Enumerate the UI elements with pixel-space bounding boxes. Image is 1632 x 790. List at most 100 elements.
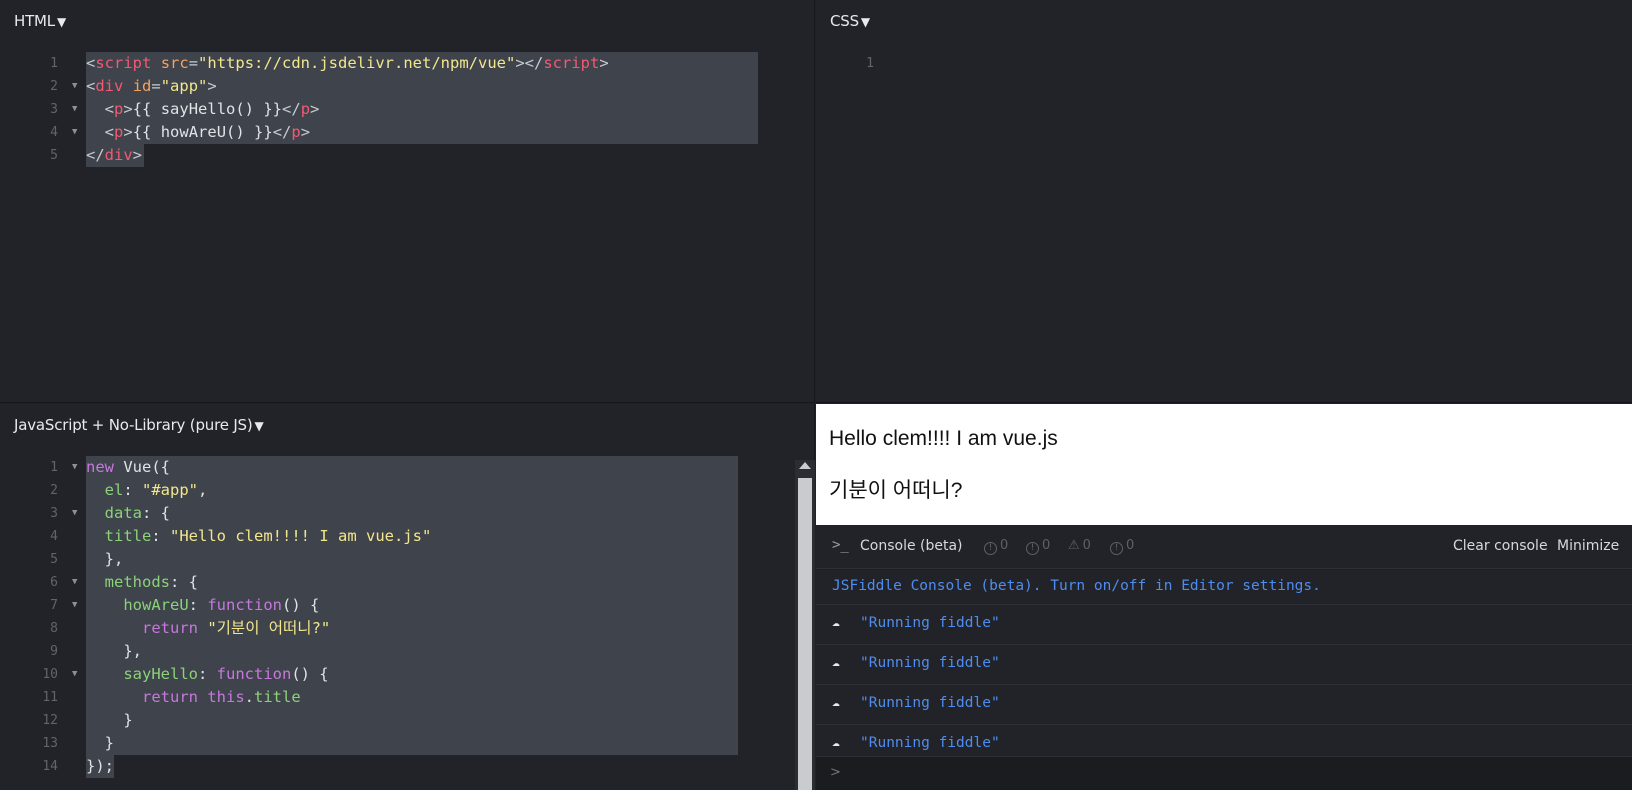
caret-down-icon: ▼ (254, 419, 264, 433)
fold-arrow-icon[interactable]: ▼ (72, 456, 77, 479)
html-pane-title-label: HTML (14, 12, 55, 30)
code-token: el (104, 481, 124, 499)
code-token: }, (86, 550, 124, 568)
code-line[interactable]: 12 } (0, 709, 814, 732)
selection-highlight (86, 502, 738, 525)
code-text: sayHello: function() { (86, 663, 328, 686)
html-pane-title[interactable]: HTML ▼ (14, 12, 66, 30)
code-token: p (114, 123, 124, 141)
code-token: < (86, 77, 96, 95)
line-number: 5 (50, 552, 58, 567)
code-line[interactable]: 14}); (0, 755, 814, 778)
console-input[interactable]: > (816, 757, 1632, 790)
code-line[interactable]: 3 ▼ data: { (0, 502, 814, 525)
code-token: > (599, 54, 609, 72)
clear-console-button[interactable]: Clear console (1453, 538, 1548, 554)
result-hello-text: Hello clem!!!! I am vue.js (829, 427, 1058, 450)
code-line[interactable]: 7 ▼ howAreU: function() { (0, 594, 814, 617)
console-info-count: ! 0 (1026, 538, 1050, 555)
console-message-text: "Running fiddle" (860, 655, 1000, 671)
css-code-editor[interactable]: 1 (816, 52, 1632, 402)
code-line[interactable]: 9 }, (0, 640, 814, 663)
info-circle-icon: ! (1026, 542, 1039, 555)
code-text: } (86, 732, 114, 755)
fold-arrow-icon[interactable]: ▼ (72, 121, 77, 144)
html-code-editor[interactable]: 1 <script src="https://cdn.jsdelivr.net/n… (0, 52, 814, 402)
fold-arrow-icon[interactable]: ▼ (72, 594, 77, 617)
code-token: : (123, 481, 143, 499)
code-text: } (86, 709, 133, 732)
code-line[interactable]: 1 (816, 52, 1632, 75)
code-token: function (207, 596, 282, 614)
selection-highlight (86, 548, 738, 571)
code-token: "app" (160, 77, 208, 95)
code-token: {{ howAreU() }} (132, 123, 273, 141)
minimize-console-button[interactable]: Minimize (1557, 538, 1619, 554)
code-token: </ (282, 100, 301, 118)
js-code-editor[interactable]: 1 ▼ new Vue({2 el: "#app", 3 ▼ data: {4 titl… (0, 456, 814, 790)
fold-arrow-icon[interactable]: ▼ (72, 98, 77, 121)
code-line[interactable]: 4 title: "Hello clem!!!! I am vue.js" (0, 525, 814, 548)
code-line[interactable]: 8 return "기분이 어떠니?" (0, 617, 814, 640)
console-error-count: ! 0 (1110, 538, 1134, 555)
info-circle-icon: ! (984, 542, 997, 555)
fold-arrow-icon[interactable]: ▼ (72, 75, 77, 98)
line-number: 2 (50, 483, 58, 498)
fold-arrow-icon[interactable]: ▼ (72, 571, 77, 594)
code-token: > (300, 123, 311, 141)
code-text: return "기분이 어떠니?" (86, 617, 330, 640)
fold-arrow-icon[interactable]: ▼ (72, 502, 77, 525)
code-line[interactable]: 4 ▼ <p>{{ howAreU() }}</p> (0, 121, 814, 144)
line-number: 11 (42, 690, 58, 705)
code-text: </div> (86, 144, 142, 167)
js-editor-scrollbar[interactable] (795, 460, 815, 790)
code-line[interactable]: 10 ▼ sayHello: function() { (0, 663, 814, 686)
css-pane-title[interactable]: CSS ▼ (830, 12, 870, 30)
code-line[interactable]: 6 ▼ methods: { (0, 571, 814, 594)
code-token: script (95, 54, 152, 72)
code-token: : (188, 596, 208, 614)
scroll-up-arrow-icon[interactable] (799, 462, 811, 469)
code-token: : (151, 527, 171, 545)
code-token: , (198, 481, 208, 499)
code-token: } (86, 711, 133, 729)
code-token: {{ sayHello() }} (132, 100, 283, 118)
line-number: 4 (50, 125, 58, 140)
js-pane-title[interactable]: JavaScript + No-Library (pure JS) ▼ (14, 416, 264, 434)
console-message-text: "Running fiddle" (860, 735, 1000, 751)
code-line[interactable]: 13 } (0, 732, 814, 755)
code-token: = (188, 54, 199, 72)
line-number: 3 (50, 102, 58, 117)
fold-arrow-icon[interactable]: ▼ (72, 663, 77, 686)
code-text: howAreU: function() { (86, 594, 319, 617)
code-token: this (207, 688, 245, 706)
code-text: data: { (86, 502, 170, 525)
line-number: 1 (50, 460, 58, 475)
code-token: "기분이 어떠니?" (207, 619, 331, 637)
caret-down-icon: ▼ (860, 15, 870, 29)
code-line[interactable]: 5 }, (0, 548, 814, 571)
code-text: }); (86, 755, 114, 778)
selection-highlight (86, 732, 738, 755)
code-line[interactable]: 5 </div> (0, 144, 814, 167)
css-editor-pane: CSS ▼ 1 (816, 0, 1632, 403)
console-message-row: ☁ "Running fiddle" (816, 685, 1632, 725)
cloud-icon: ☁ (832, 655, 840, 670)
line-number: 12 (42, 713, 58, 728)
code-line[interactable]: 3 ▼ <p>{{ sayHello() }}</p> (0, 98, 814, 121)
html-editor-pane: HTML ▼ 1 <script src="https://cdn.jsdelivr… (0, 0, 815, 403)
code-token: new (86, 458, 114, 476)
scrollbar-thumb[interactable] (798, 478, 812, 790)
selection-highlight (86, 456, 738, 479)
js-pane-title-label: JavaScript + No-Library (pure JS) (14, 416, 253, 434)
console-warning-count: ⚠ 0 (1068, 538, 1091, 553)
code-line[interactable]: 11 return this.title (0, 686, 814, 709)
code-line[interactable]: 1 ▼ new Vue({ (0, 456, 814, 479)
code-line[interactable]: 1 <script src="https://cdn.jsdelivr.net/n… (0, 52, 814, 75)
code-line[interactable]: 2 el: "#app", (0, 479, 814, 502)
code-line[interactable]: 2 ▼ <div id="app"> (0, 75, 814, 98)
code-token: p (300, 100, 311, 118)
